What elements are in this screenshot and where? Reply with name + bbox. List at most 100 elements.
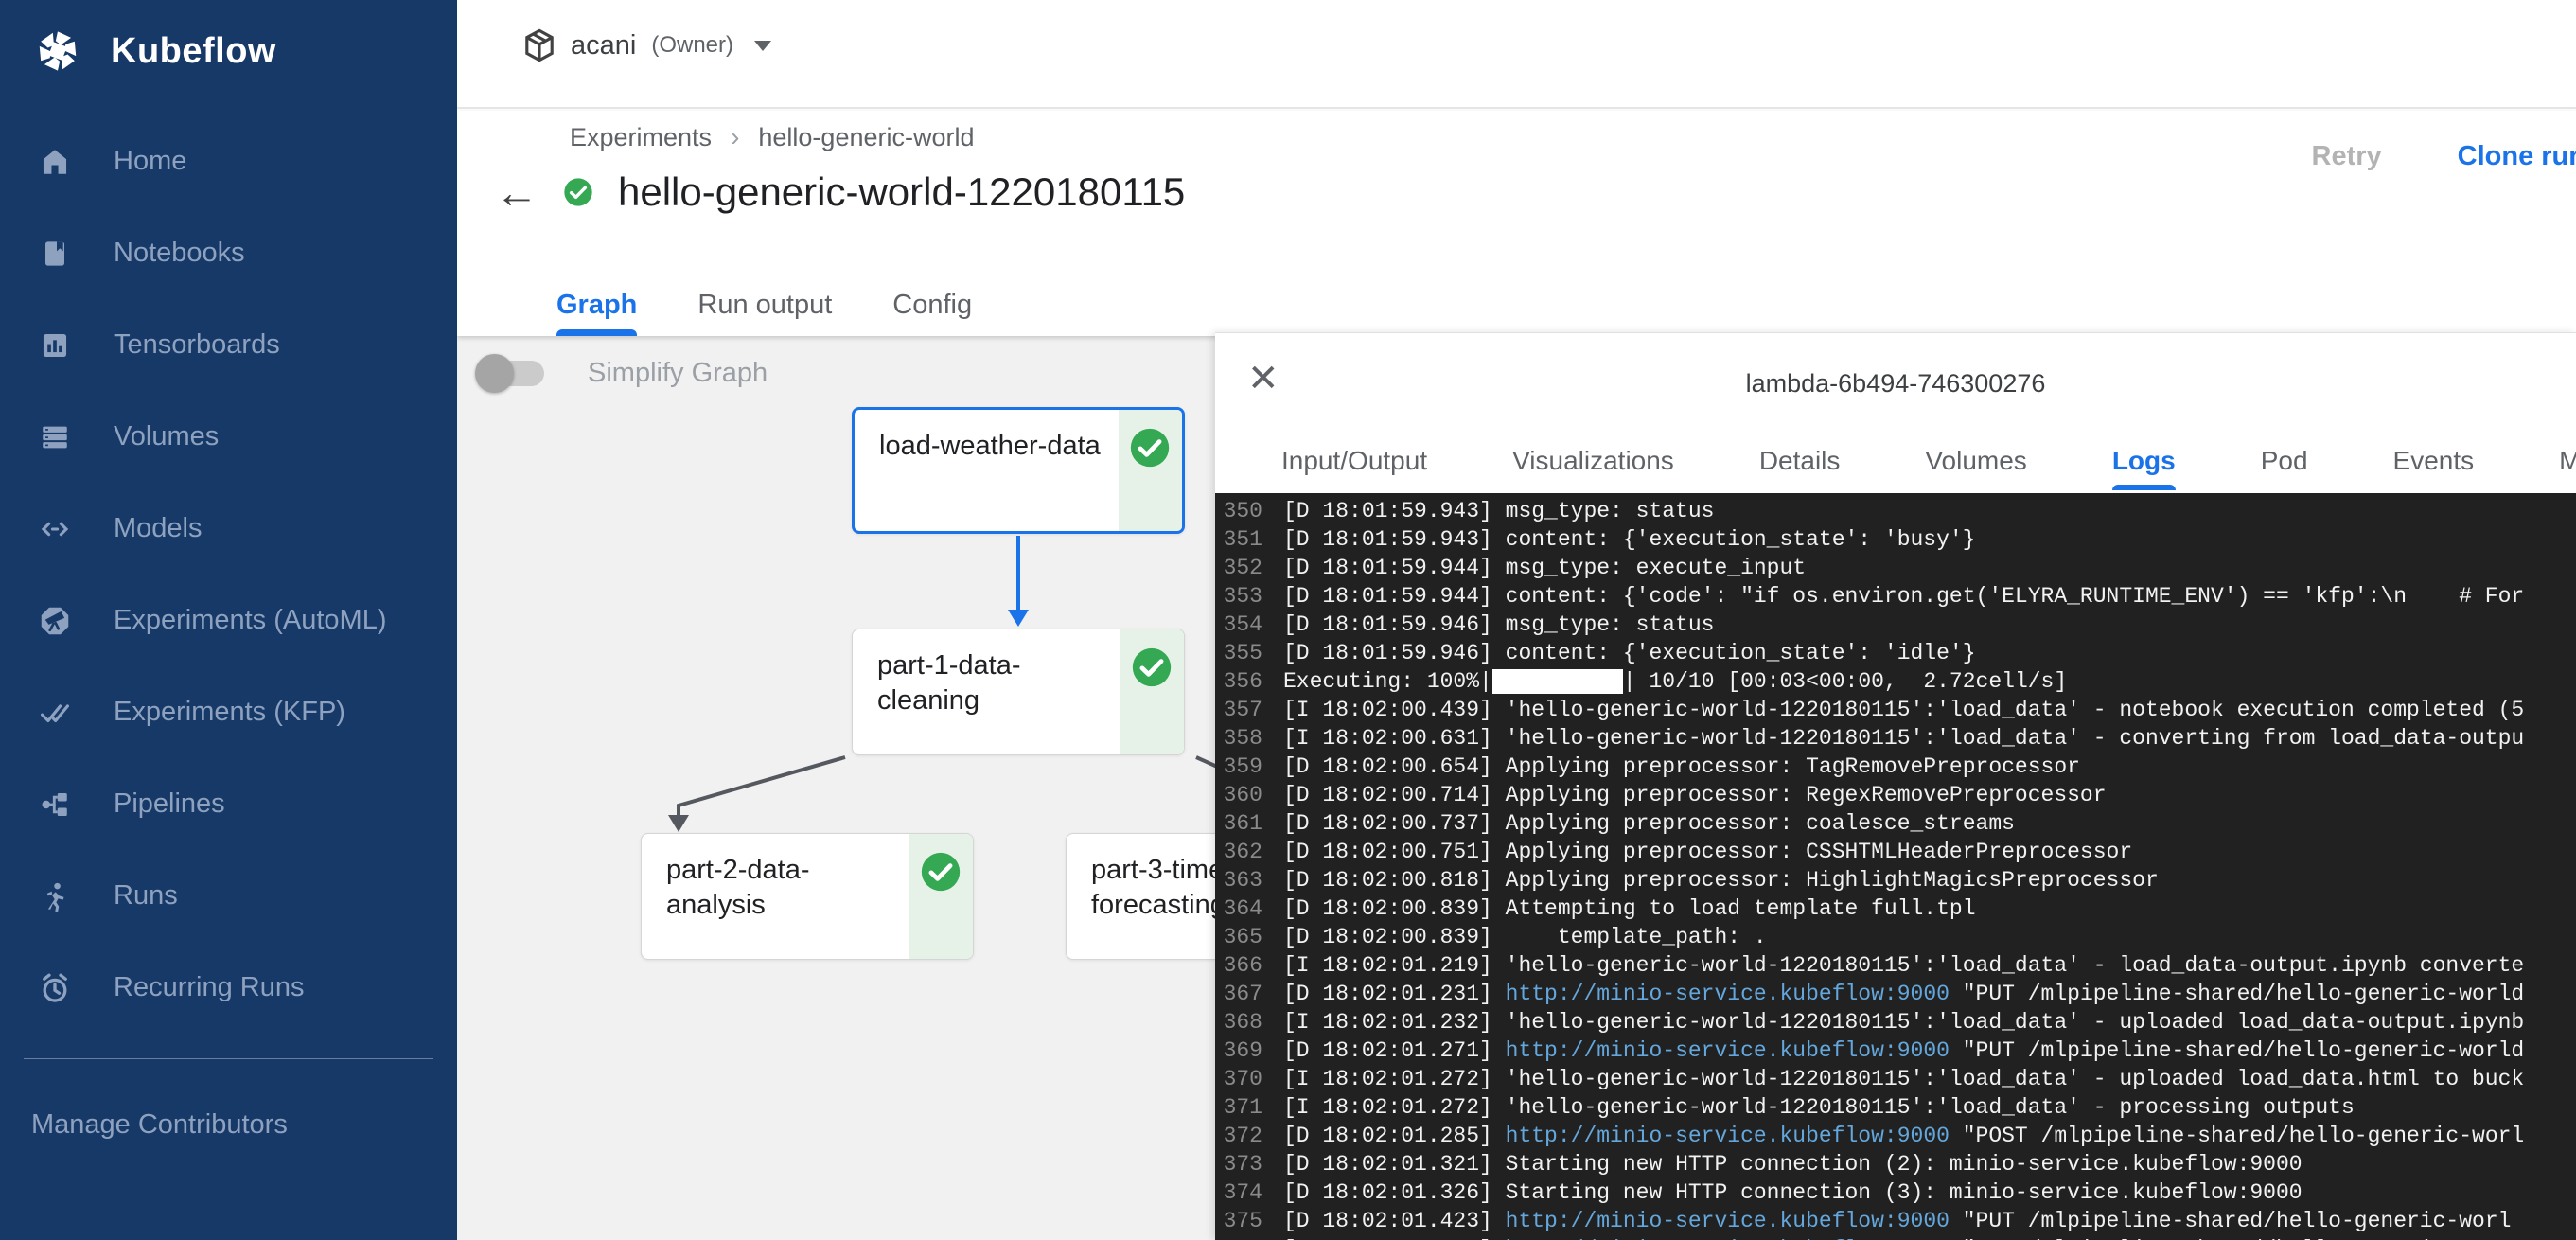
run-status-success-icon bbox=[563, 177, 593, 207]
log-link[interactable]: http://minio-service.kubeflow:9000 bbox=[1506, 982, 1950, 1006]
log-line-number: 371 bbox=[1215, 1093, 1262, 1122]
log-line-number: 372 bbox=[1215, 1122, 1262, 1150]
panel-tab-events[interactable]: Events bbox=[2393, 432, 2475, 490]
log-line-number: 358 bbox=[1215, 724, 1262, 753]
run-header: Experiments › hello-generic-world ← hell… bbox=[457, 111, 2576, 336]
sidebar-item-tensorboards[interactable]: Tensorboards bbox=[0, 299, 457, 391]
topbar: acani (Owner) bbox=[457, 0, 2576, 109]
title-row: ← hello-generic-world-1220180115 bbox=[495, 169, 1185, 215]
sidebar-item-models[interactable]: Models bbox=[0, 483, 457, 575]
node-success-icon bbox=[920, 851, 962, 893]
log-line-number: 352 bbox=[1215, 554, 1262, 582]
log-line-number: 364 bbox=[1215, 895, 1262, 923]
log-line-text: [D 18:01:59.946] content: {'execution_st… bbox=[1283, 641, 1976, 665]
log-line-text: [D 18:02:01.423] http://minio-service.ku… bbox=[1283, 1209, 2511, 1233]
sidebar-item-recurring-runs[interactable]: Recurring Runs bbox=[0, 942, 457, 1034]
log-link[interactable]: http://minio-service.kubeflow:9000 bbox=[1506, 1038, 1950, 1063]
log-link[interactable]: http://minio-service.kubeflow:9000 bbox=[1506, 1209, 1950, 1233]
log-line-text: Executing: 100%| | 10/10 [00:03<00:00, 2… bbox=[1283, 669, 2067, 694]
node-success-icon bbox=[1129, 427, 1171, 469]
tab-config[interactable]: Config bbox=[892, 274, 972, 336]
log-line: 353[D 18:01:59.944] content: {'code': "i… bbox=[1215, 582, 2576, 611]
sidebar-item-runs[interactable]: Runs bbox=[0, 850, 457, 942]
sidebar-divider bbox=[24, 1058, 433, 1059]
log-line-number: 356 bbox=[1215, 667, 1262, 696]
back-arrow-icon[interactable]: ← bbox=[495, 170, 538, 214]
runner-icon bbox=[38, 879, 72, 913]
page-title: hello-generic-world-1220180115 bbox=[618, 169, 1185, 215]
log-line-text: [D 18:02:00.839] Attempting to load temp… bbox=[1283, 896, 1976, 921]
sidebar-item-notebooks[interactable]: Notebooks bbox=[0, 207, 457, 299]
log-line-text: [I 18:02:01.219] 'hello-generic-world-12… bbox=[1283, 953, 2524, 978]
log-line: 357[I 18:02:00.439] 'hello-generic-world… bbox=[1215, 696, 2576, 724]
sidebar-item-label: Home bbox=[114, 146, 186, 177]
log-line-number: 365 bbox=[1215, 923, 1262, 951]
kubeflow-run-details-page: { "colors": { "sidebar_bg": "#173968", "… bbox=[0, 0, 2576, 1240]
log-line-number: 357 bbox=[1215, 696, 1262, 724]
sidebar-item-home[interactable]: Home bbox=[0, 115, 457, 207]
log-line: 370[I 18:02:01.272] 'hello-generic-world… bbox=[1215, 1065, 2576, 1093]
log-line-text: [D 18:01:59.944] content: {'code': "if o… bbox=[1283, 584, 2524, 609]
sidebar-item-experiments-kfp[interactable]: Experiments (KFP) bbox=[0, 666, 457, 758]
task-details-panel: ✕ lambda-6b494-746300276 Input/OutputVis… bbox=[1215, 332, 2576, 1240]
logs-viewer[interactable]: 350[D 18:01:59.943] msg_type: status351[… bbox=[1215, 493, 2576, 1240]
log-line: 352[D 18:01:59.944] msg_type: execute_in… bbox=[1215, 554, 2576, 582]
panel-tab-logs[interactable]: Logs bbox=[2112, 432, 2176, 490]
log-line: 362[D 18:02:00.751] Applying preprocesso… bbox=[1215, 838, 2576, 866]
sidebar-item-experiments-automl[interactable]: Experiments (AutoML) bbox=[0, 575, 457, 666]
namespace-role: (Owner) bbox=[651, 32, 733, 59]
clone-run-button[interactable]: Clone run bbox=[2458, 141, 2576, 172]
panel-tab-input-output[interactable]: Input/Output bbox=[1281, 432, 1427, 490]
sidebar-item-label: Volumes bbox=[114, 421, 219, 452]
breadcrumb: Experiments › hello-generic-world bbox=[570, 122, 975, 152]
log-line-text: [D 18:02:01.285] http://minio-service.ku… bbox=[1283, 1124, 2524, 1148]
panel-tab-m[interactable]: M bbox=[2559, 432, 2576, 490]
sidebar-item-pipelines[interactable]: Pipelines bbox=[0, 758, 457, 850]
log-line-number: 350 bbox=[1215, 497, 1262, 525]
sidebar-item-label: Pipelines bbox=[114, 788, 225, 820]
log-line-number: 375 bbox=[1215, 1207, 1262, 1235]
log-line-text: [D 18:02:00.818] Applying preprocessor: … bbox=[1283, 868, 2159, 893]
graph-node-load-weather-data[interactable]: load-weather-data bbox=[852, 407, 1185, 534]
panel-tab-visualizations[interactable]: Visualizations bbox=[1512, 432, 1674, 490]
tab-run-output[interactable]: Run output bbox=[697, 274, 832, 336]
log-link[interactable]: http://minio-service.kubeflow:9000 bbox=[1506, 1124, 1950, 1148]
log-line-number: 370 bbox=[1215, 1065, 1262, 1093]
panel-tab-pod[interactable]: Pod bbox=[2261, 432, 2308, 490]
tab-graph[interactable]: Graph bbox=[556, 274, 637, 336]
sidebar-item-label: Experiments (AutoML) bbox=[114, 605, 387, 636]
task-detail-tabs: Input/Output Visualizations Details Volumes… bbox=[1215, 432, 2576, 490]
kubeflow-logo-text: Kubeflow bbox=[111, 31, 276, 72]
log-line-number: 363 bbox=[1215, 866, 1262, 895]
namespace-selector[interactable]: acani (Owner) bbox=[523, 28, 771, 62]
log-line-text: [D 18:01:59.943] content: {'execution_st… bbox=[1283, 527, 1976, 552]
log-line-text: [I 18:02:01.232] 'hello-generic-world-12… bbox=[1283, 1010, 2524, 1035]
log-line: 354[D 18:01:59.946] msg_type: status bbox=[1215, 611, 2576, 639]
breadcrumb-experiment-name[interactable]: hello-generic-world bbox=[758, 123, 974, 152]
run-actions: Retry Clone run bbox=[2312, 141, 2576, 172]
panel-tab-details[interactable]: Details bbox=[1759, 432, 1841, 490]
panel-tab-volumes[interactable]: Volumes bbox=[1925, 432, 2026, 490]
graph-node-part-2-data[interactable]: part-2-data- analysis bbox=[641, 833, 974, 960]
graph-node-part-1-data[interactable]: part-1-data- cleaning bbox=[852, 629, 1185, 755]
log-line: 376[D 18:02:01.423] http://minio-service… bbox=[1215, 1235, 2576, 1240]
breadcrumb-experiments[interactable]: Experiments bbox=[570, 123, 712, 152]
log-line: 356 Executing: 100%| | 10/10 [00:03<00:00… bbox=[1215, 667, 2576, 696]
log-line: 366 [I 18:02:01.219] 'hello-generic-world… bbox=[1215, 951, 2576, 980]
node-label: part-1-data- cleaning bbox=[877, 648, 1021, 718]
kubeflow-logo-row[interactable]: Kubeflow bbox=[0, 0, 457, 76]
package-icon bbox=[523, 28, 556, 62]
log-line: 374[D 18:02:01.326] Starting new HTTP co… bbox=[1215, 1178, 2576, 1207]
log-line: 371 [I 18:02:01.272] 'hello-generic-world… bbox=[1215, 1093, 2576, 1122]
log-line-text: [D 18:02:01.231] http://minio-service.ku… bbox=[1283, 982, 2524, 1006]
retry-button[interactable]: Retry bbox=[2312, 141, 2382, 172]
log-line-number: 366 bbox=[1215, 951, 1262, 980]
simplify-graph-control: Simplify Graph bbox=[478, 358, 768, 389]
sidebar-item-label: Tensorboards bbox=[114, 329, 280, 361]
log-line-text: [I 18:02:01.272] 'hello-generic-world-12… bbox=[1283, 1095, 2355, 1120]
sidebar-item-volumes[interactable]: Volumes bbox=[0, 391, 457, 483]
sidebar-item-manage-contributors[interactable]: Manage Contributors bbox=[31, 1109, 288, 1141]
log-line-text: [D 18:02:01.326] Starting new HTTP conne… bbox=[1283, 1180, 2303, 1205]
log-line: 375 [D 18:02:01.423] http://minio-service… bbox=[1215, 1207, 2576, 1235]
simplify-graph-toggle[interactable] bbox=[478, 361, 544, 386]
